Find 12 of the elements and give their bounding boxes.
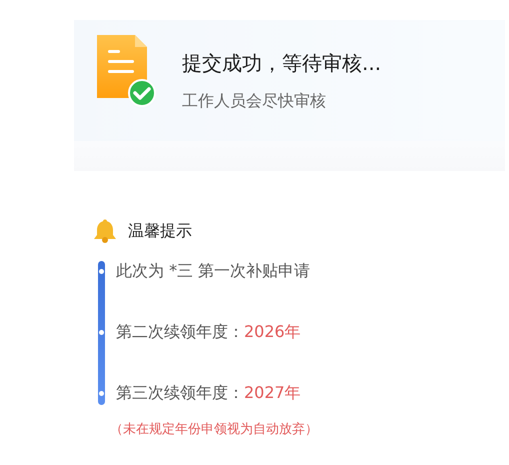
status-subtitle: 工作人员会尽快审核 bbox=[182, 90, 327, 112]
status-title: 提交成功，等待审核... bbox=[182, 50, 382, 76]
timeline-dot bbox=[99, 330, 104, 335]
tips-title: 温馨提示 bbox=[128, 220, 192, 242]
tips-note: （未在规定年份申领视为自动放弃） bbox=[110, 421, 319, 439]
bell-icon bbox=[92, 219, 118, 243]
document-check-icon bbox=[94, 34, 156, 108]
tip-item: 第三次续领年度：2027年 bbox=[116, 383, 302, 404]
tip-item: 第二次续领年度：2026年 bbox=[116, 322, 302, 343]
timeline-dot bbox=[99, 391, 104, 396]
tip-item: 此次为 *三 第一次补贴申请 bbox=[116, 261, 312, 282]
timeline-dot bbox=[99, 269, 104, 274]
